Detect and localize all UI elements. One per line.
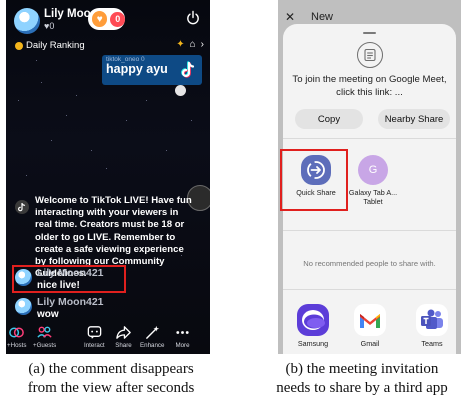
teams-app[interactable]: Teams — [410, 304, 454, 349]
caption-b-line2: needs to share by a third app — [276, 380, 448, 396]
home-icon[interactable]: ⌂ — [190, 39, 196, 50]
gmail-icon — [354, 304, 386, 336]
power-icon[interactable] — [185, 10, 201, 26]
heart-icon: ♥ — [92, 11, 108, 27]
gift-count: 0 — [110, 11, 125, 27]
share-icon — [116, 326, 131, 339]
enhance-button[interactable]: Enhance — [140, 324, 164, 349]
chevron-right-icon[interactable]: › — [201, 39, 204, 50]
shared-text-preview: To join the meeting on Google Meet, clic… — [292, 74, 447, 98]
host-likes-count: ♥0 — [44, 21, 55, 31]
interact-label: Interact — [84, 342, 105, 349]
gmail-label: Gmail — [360, 339, 380, 348]
more-icon — [176, 331, 189, 334]
tiktok-live-screen: Lily Moo... ♥0 ♥ 0 Daily Ranking ✦ ⌂ › t… — [6, 0, 210, 354]
guests-button[interactable]: +Guests — [33, 324, 56, 349]
hosts-button[interactable]: +Hosts — [7, 324, 26, 349]
comment-avatar[interactable] — [15, 298, 32, 315]
teams-icon — [416, 304, 448, 336]
banner-text: happy ayu — [106, 62, 168, 76]
enhance-label: Enhance — [140, 342, 165, 349]
galaxy-tab-icon: G — [358, 155, 388, 185]
more-button[interactable]: More — [174, 324, 191, 349]
comment-text: wow — [37, 309, 59, 320]
status-dot — [175, 85, 186, 96]
caption-a-line2: from the view after seconds — [27, 380, 195, 396]
caption-b-line1: (b) the meeting invitation — [285, 361, 439, 377]
daily-ranking-label: Daily Ranking — [26, 40, 85, 51]
tiktok-small-icon — [15, 200, 29, 214]
caption-a-line1: (a) the comment disappears — [28, 361, 194, 377]
samsung-internet-app[interactable]: Samsung — [291, 304, 335, 349]
text-note-icon — [357, 42, 383, 68]
gift-counter[interactable]: ♥ 0 — [88, 8, 125, 30]
guests-label: +Guests — [33, 342, 57, 349]
gmail-app[interactable]: Gmail — [348, 304, 392, 349]
live-bottom-bar: +Hosts +Guests Interact Share Enhance Mo… — [6, 320, 210, 354]
share-label: Share — [115, 342, 132, 349]
galaxy-tab-label: Galaxy Tab A... Tablet — [348, 188, 398, 206]
ranking-badge-icon — [15, 41, 23, 50]
share-button[interactable]: Share — [115, 324, 132, 349]
tiktok-logo-icon — [181, 61, 195, 78]
drag-handle[interactable] — [363, 32, 376, 34]
comment-username[interactable]: Lily Moon421 — [37, 296, 104, 308]
guests-icon — [37, 326, 52, 338]
divider — [283, 289, 456, 290]
samsung-internet-icon — [297, 304, 329, 336]
interact-icon — [87, 326, 102, 339]
divider — [283, 138, 456, 139]
page-title: New — [311, 11, 334, 23]
highlight-box — [280, 149, 348, 211]
copy-button[interactable]: Copy — [295, 109, 363, 129]
hosts-icon — [9, 327, 25, 338]
no-recommendations-text: No recommended people to share with. — [303, 259, 436, 268]
highlight-box — [12, 265, 126, 293]
caption-b: (b) the meeting invitation needs to shar… — [258, 360, 466, 398]
enhance-icon — [145, 325, 159, 339]
more-label: More — [175, 342, 190, 349]
galaxy-tab-device[interactable]: G Galaxy Tab A... Tablet — [347, 155, 399, 206]
daily-ranking[interactable]: Daily Ranking — [15, 40, 85, 51]
close-icon[interactable]: ✕ — [285, 10, 295, 24]
teams-label: Teams — [421, 339, 443, 348]
host-avatar[interactable] — [14, 8, 40, 34]
comment-item[interactable]: Lily Moon421 wow — [15, 296, 205, 320]
star-icon[interactable]: ✦ — [176, 39, 184, 50]
nearby-share-button[interactable]: Nearby Share — [378, 109, 450, 129]
samsung-label: Samsung — [297, 339, 329, 348]
top-right-icons: ✦ ⌂ › — [176, 39, 204, 50]
interact-button[interactable]: Interact — [84, 324, 105, 349]
top-banner[interactable]: tiktok_oneo 0 happy ayu — [102, 55, 202, 85]
hosts-label: +Hosts — [7, 342, 27, 349]
divider — [283, 230, 456, 231]
caption-a: (a) the comment disappears from the view… — [6, 360, 216, 398]
